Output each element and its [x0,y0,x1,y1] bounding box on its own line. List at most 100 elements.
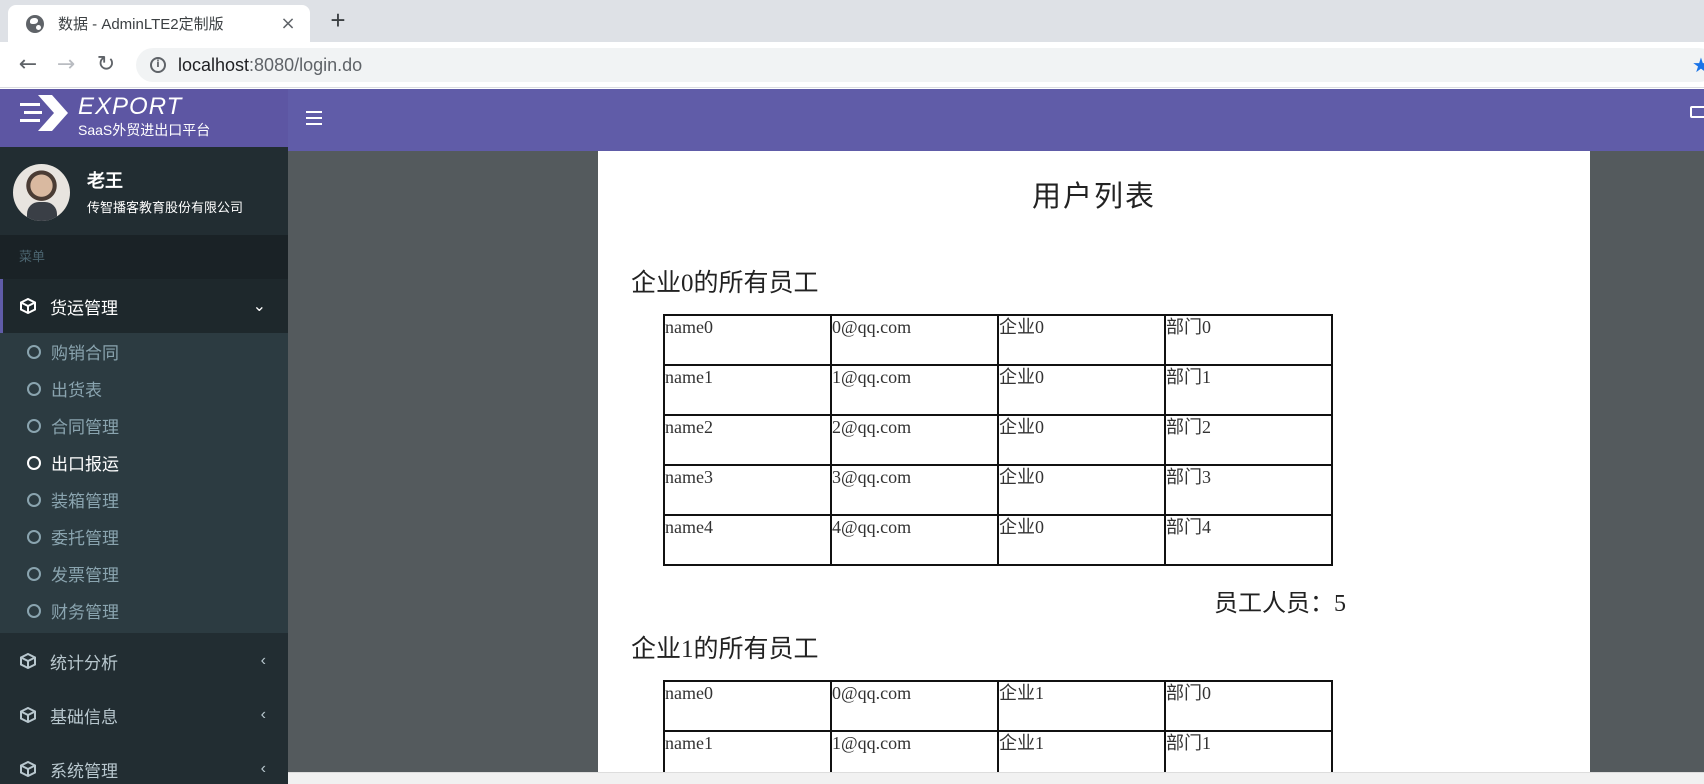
table-cell: 部门4 [1164,514,1333,566]
sidebar: 老王 传智播客教育股份有限公司 菜单 货运管理 ⌄ 购销合同 出货表 合同管理 … [0,147,288,784]
page-title: 用户列表 [1031,181,1156,213]
chevron-down-icon: ⌄ [252,298,266,315]
table-row: name4 4@qq.com 企业0 部门4 [663,514,1333,566]
table-row: name0 0@qq.com 企业1 部门0 [663,680,1333,732]
sidebar-item-system[interactable]: 系统管理 ‹ [0,742,288,784]
circle-icon [27,603,41,618]
submenu-item-finance[interactable]: 财务管理 [0,592,288,629]
submenu-item-label: 购销合同 [51,344,119,363]
table-cell: name2 [663,414,832,466]
sidebar-item-freight[interactable]: 货运管理 ⌄ [0,279,288,333]
new-tab-button[interactable]: + [324,6,352,34]
table-cell: 部门1 [1164,364,1333,416]
circle-icon [27,529,41,544]
submenu-item-invoice[interactable]: 发票管理 [0,555,288,592]
table-cell: 部门2 [1164,414,1333,466]
logo-subtitle: SaaS外贸进出口平台 [78,122,211,138]
logo[interactable]: EXPORT SaaS外贸进出口平台 [0,89,288,147]
browser-tab[interactable]: 数据 - AdminLTE2定制版 × [8,5,310,42]
submenu-item-packing[interactable]: 装箱管理 [0,481,288,518]
table-row: name2 2@qq.com 企业0 部门2 [663,414,1333,466]
app-window: EXPORT SaaS外贸进出口平台 老王 传智播客教育股份有限公司 菜单 货运… [0,89,1704,784]
chevron-left-icon: ‹ [260,706,266,723]
submenu-item-export[interactable]: 出口报运 [0,444,288,481]
submenu-item-label: 出货表 [51,381,102,400]
submenu-item-label: 财务管理 [51,603,119,622]
forward-icon[interactable]: → [52,51,80,79]
sidebar-item-label: 货运管理 [50,298,118,318]
table-row: name0 0@qq.com 企业0 部门0 [663,314,1333,366]
table-row: name1 1@qq.com 企业0 部门1 [663,364,1333,416]
circle-icon [27,418,41,433]
section-title: 企业1的所有员工 [631,636,819,663]
circle-icon [27,381,41,396]
table-row: name3 3@qq.com 企业0 部门3 [663,464,1333,516]
table-cell: 企业0 [997,414,1166,466]
close-icon[interactable]: × [278,13,298,34]
url-path: :8080/login.do [249,54,363,75]
horizontal-scrollbar[interactable] [288,772,1704,784]
browser-toolbar: ← → ↻ i localhost:8080/login.do ★ [0,42,1704,88]
chevron-left-icon: ‹ [260,652,266,669]
section-title: 企业0的所有员工 [631,270,819,297]
user-organization: 传智播客教育股份有限公司 [87,200,244,215]
table-cell: 企业0 [997,364,1166,416]
table-cell: 企业0 [997,514,1166,566]
reload-icon[interactable]: ↻ [92,51,120,79]
chevron-left-icon: ‹ [260,760,266,777]
submenu-item-purchase-contract[interactable]: 购销合同 [0,333,288,370]
table-cell: 企业1 [997,680,1166,732]
user-panel: 老王 传智播客教育股份有限公司 [0,147,288,235]
cube-icon [20,298,36,314]
back-icon[interactable]: ← [14,51,42,79]
submenu-item-label: 委托管理 [51,529,119,548]
menu-toggle-icon[interactable] [306,111,322,125]
info-icon[interactable]: i [150,57,166,73]
table-cell: 企业0 [997,464,1166,516]
avatar [13,164,70,221]
table-cell: 1@qq.com [830,364,999,416]
table-cell: 企业0 [997,314,1166,366]
cube-icon [20,707,36,723]
browser-tab-bar: 数据 - AdminLTE2定制版 × + [0,0,1704,42]
logo-text: EXPORT [78,93,183,120]
sidebar-item-statistics[interactable]: 统计分析 ‹ [0,634,288,688]
table-cell: 3@qq.com [830,464,999,516]
circle-icon [27,492,41,507]
cube-icon [20,761,36,777]
sidebar-item-basic-info[interactable]: 基础信息 ‹ [0,688,288,742]
top-navbar [288,89,1704,151]
submenu-item-contract[interactable]: 合同管理 [0,407,288,444]
circle-icon [27,566,41,581]
menu-header: 菜单 [0,235,288,279]
table-cell: 部门0 [1164,680,1333,732]
table-cell: name0 [663,680,832,732]
url-host: localhost [178,54,250,75]
table-cell: 部门0 [1164,314,1333,366]
sidebar-item-label: 基础信息 [50,707,118,727]
cube-icon [20,653,36,669]
submenu-item-label: 装箱管理 [51,492,119,511]
table-cell: 4@qq.com [830,514,999,566]
circle-icon [27,344,41,359]
bookmark-star-icon[interactable]: ★ [1692,53,1704,77]
address-bar[interactable]: i localhost:8080/login.do [136,48,1704,82]
logo-mark-icon [20,95,68,131]
mail-icon[interactable] [1690,106,1704,118]
submenu-item-entrust[interactable]: 委托管理 [0,518,288,555]
circle-icon [27,455,41,470]
sidebar-item-label: 统计分析 [50,653,118,673]
table-cell: name4 [663,514,832,566]
submenu-item-label: 合同管理 [51,418,119,437]
table-cell: name3 [663,464,832,516]
submenu-item-shipment[interactable]: 出货表 [0,370,288,407]
document-page: 用户列表 企业0的所有员工 name0 0@qq.com 企业0 部门0 nam… [598,151,1590,784]
submenu-item-label: 发票管理 [51,566,119,585]
table-cell: name1 [663,364,832,416]
tab-title: 数据 - AdminLTE2定制版 [58,16,224,33]
employee-table: name0 0@qq.com 企业0 部门0 name1 1@qq.com 企业… [663,314,1333,566]
table-cell: 部门3 [1164,464,1333,516]
table-cell: 2@qq.com [830,414,999,466]
employee-count: 员工人员：5 [1214,591,1346,617]
submenu-item-label: 出口报运 [51,455,119,474]
